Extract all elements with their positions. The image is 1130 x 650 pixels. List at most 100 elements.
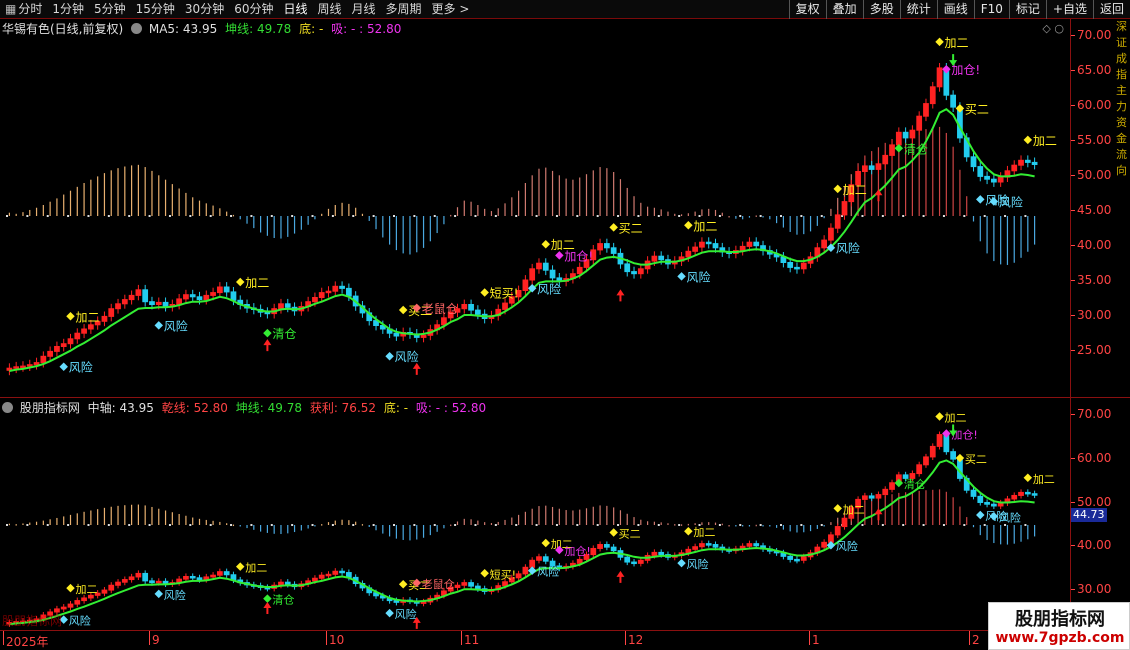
- close-icon[interactable]: ○: [1054, 22, 1064, 35]
- histogram-bar: [762, 216, 764, 218]
- candle-body: [841, 201, 848, 216]
- period-tab-6[interactable]: 日线: [278, 0, 312, 19]
- histogram-bar: [585, 174, 588, 216]
- diamond-icon[interactable]: ◇: [1042, 22, 1050, 35]
- signal-diamond-icon: [942, 64, 951, 74]
- period-tab-5[interactable]: 60分钟: [229, 0, 278, 19]
- histogram-bar: [29, 522, 31, 525]
- signal-diamond-icon: [677, 558, 686, 568]
- histogram-bar: [198, 518, 201, 525]
- stock-title[interactable]: 华锡有色(日线,前复权): [2, 22, 123, 36]
- histogram-bar: [42, 205, 44, 216]
- period-tab-4[interactable]: 30分钟: [180, 0, 229, 19]
- candle-body: [895, 131, 902, 146]
- histogram-bar: [416, 216, 418, 253]
- y-axis-main-tick: 30.00: [1070, 308, 1112, 322]
- toolbar-button-4[interactable]: 画线: [936, 0, 974, 19]
- baseline-dot: [87, 215, 90, 217]
- toolbar-button-5[interactable]: F10: [973, 0, 1009, 19]
- toolbar-button-3[interactable]: 统计: [899, 0, 937, 19]
- histogram-bar: [518, 514, 520, 525]
- toolbar-button-8[interactable]: 返回: [1092, 0, 1130, 19]
- candle-body: [162, 301, 169, 308]
- indicator-chart[interactable]: 风险加二 风险加二清仓风险买二老鼠仓风险加二加仓!买二短买!风险加二风险加二清仓加…: [0, 398, 1070, 631]
- main-kline-panel[interactable]: 风险 加二 风险 加二 清仓 风险 买二 老鼠仓 风险 加二 加仓! 买二 短买! 风险 加二 风险 加二 清仓加…: [0, 19, 1070, 397]
- candle-body: [936, 67, 943, 88]
- panel-controls[interactable]: ◇ ○: [1042, 22, 1064, 35]
- period-tab-0[interactable]: ▦ 分时: [0, 0, 47, 19]
- baseline-dot: [291, 524, 294, 526]
- histogram-bar: [178, 514, 180, 525]
- period-tab-10[interactable]: 更多 >: [427, 0, 475, 19]
- signal-label: 风险: [537, 281, 561, 296]
- histogram-bar: [35, 207, 38, 216]
- histogram-bar: [368, 525, 370, 527]
- settings-circle-icon[interactable]: [131, 23, 143, 34]
- histogram-bar: [742, 525, 744, 527]
- toolbar-button-2[interactable]: 多股: [862, 0, 900, 19]
- baseline-dot: [148, 215, 151, 217]
- baseline-dot: [331, 524, 334, 526]
- histogram-bar: [986, 525, 988, 540]
- candle-body: [115, 581, 121, 586]
- indicator-title[interactable]: 股朋指标网: [20, 401, 80, 415]
- signal-label: 加二: [1033, 473, 1055, 486]
- candle-body: [522, 279, 529, 291]
- settings-circle-icon[interactable]: [2, 402, 13, 413]
- histogram-bar: [694, 523, 696, 525]
- histogram-bar: [253, 525, 255, 530]
- histogram-bar: [735, 525, 737, 527]
- signal-label: 加二: [76, 310, 100, 324]
- candle-body: [26, 364, 33, 367]
- baseline-dot: [372, 524, 375, 526]
- baseline-dot: [168, 524, 171, 526]
- signal-diamond-icon: [955, 104, 965, 113]
- kline-chart[interactable]: 风险加二风险加二清仓风险买二老鼠仓风险加二加仓!买二短买!风险加二风险加二清仓加…: [0, 19, 1070, 397]
- histogram-bar: [293, 216, 296, 234]
- baseline-dot: [780, 524, 782, 526]
- y-axis-main-tick: 60.00: [1070, 98, 1112, 112]
- histogram-bar: [8, 212, 10, 216]
- candle-body: [868, 165, 875, 170]
- period-tab-7[interactable]: 周线: [313, 0, 347, 19]
- signal-label: 清仓: [904, 142, 928, 156]
- period-tab-2[interactable]: 5分钟: [89, 0, 131, 19]
- histogram-bar: [647, 521, 649, 525]
- histogram-bar: [137, 504, 139, 525]
- candle-body: [74, 332, 81, 340]
- baseline-dot: [535, 215, 538, 217]
- candle-body: [651, 551, 658, 556]
- candle-body: [705, 241, 712, 245]
- toolbar-button-0[interactable]: 复权: [788, 0, 826, 19]
- y-axis-indicator-tick: 60.00: [1070, 450, 1112, 465]
- histogram-bar: [484, 208, 486, 216]
- candle-body: [821, 239, 828, 249]
- histogram-bar: [626, 187, 628, 216]
- baseline-dot: [678, 215, 681, 217]
- histogram-bar: [531, 508, 533, 525]
- histogram-bar: [192, 197, 194, 216]
- histogram-bar: [287, 525, 289, 534]
- toolbar-button-7[interactable]: +自选: [1045, 0, 1093, 19]
- signal-label: 加二: [945, 36, 969, 50]
- candle-body: [318, 292, 325, 299]
- histogram-bar: [348, 520, 350, 525]
- indicator-panel[interactable]: 风险 加二 风险 加二 清仓 风险 买二 老鼠仓 风险 加二 加仓! 买二 短买! 风险 加二 风险 加二 清仓加…: [0, 397, 1070, 630]
- period-tab-8[interactable]: 月线: [347, 0, 381, 19]
- toolbar-button-1[interactable]: 叠加: [825, 0, 863, 19]
- histogram-bar: [409, 216, 411, 255]
- toolbar-button-6[interactable]: 标记: [1008, 0, 1046, 19]
- signal-label: 风险: [395, 349, 419, 364]
- candle-body: [692, 246, 699, 252]
- histogram-bar: [416, 525, 418, 540]
- histogram-bar: [280, 216, 282, 239]
- signal-diamond-icon: [59, 362, 68, 371]
- period-tab-1[interactable]: 1分钟: [47, 0, 89, 19]
- period-tab-9[interactable]: 多周期: [381, 0, 427, 19]
- date-label: 2: [969, 631, 980, 647]
- candle-body: [882, 154, 889, 165]
- signal-diamond-icon: [66, 583, 75, 593]
- histogram-bar: [782, 216, 784, 228]
- histogram-bar: [171, 512, 173, 525]
- period-tab-3[interactable]: 15分钟: [131, 0, 180, 19]
